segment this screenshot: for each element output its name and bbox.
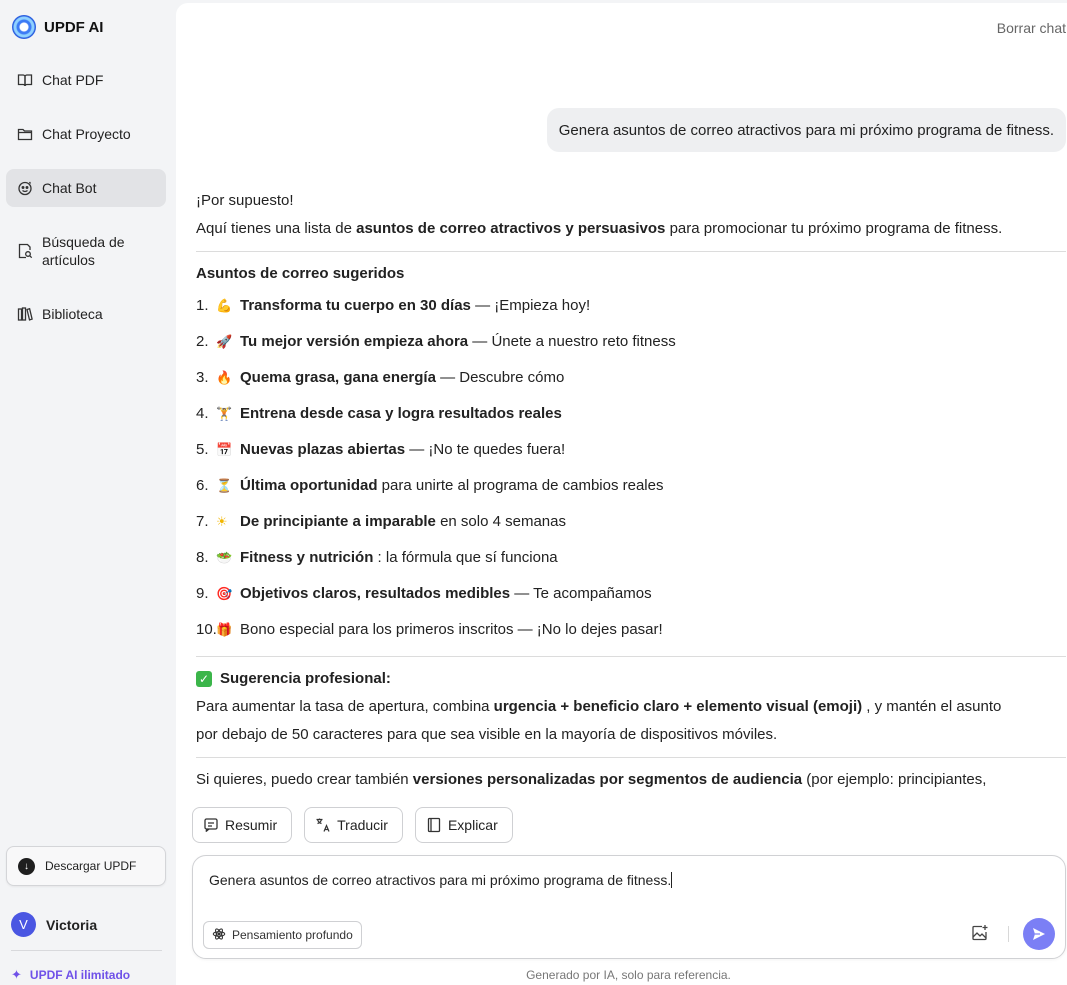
list-item: 2. 🚀 Tu mejor versión empieza ahora — Únet… — [196, 324, 1066, 360]
quick-action-label: Explicar — [447, 817, 498, 833]
quick-action-label: Traducir — [337, 817, 388, 833]
salad-icon: 🥗 — [216, 550, 233, 565]
answer-greeting: ¡Por supuesto! — [196, 192, 294, 209]
ai-disclaimer: Generado por IA, solo para referencia. — [526, 968, 731, 982]
gift-icon: 🎁 — [216, 622, 233, 637]
rocket-icon: 🚀 — [216, 334, 233, 349]
explain-button[interactable]: Explicar — [414, 807, 513, 843]
sidebar-item-chat-bot[interactable]: Chat Bot — [6, 169, 166, 207]
sidebar-item-chat-proyecto[interactable]: Chat Proyecto — [6, 115, 166, 153]
download-label: Descargar UPDF — [45, 859, 137, 873]
flexed-biceps-icon: 💪 — [216, 298, 233, 313]
send-icon — [1033, 928, 1045, 940]
search-document-icon — [16, 242, 34, 260]
target-icon: 🎯 — [216, 586, 233, 601]
tip-text: Para aumentar la tasa de apertura, combi… — [196, 698, 1002, 715]
image-upload-button[interactable] — [969, 922, 991, 944]
list-item: 10. 🎁 Bono especial para los primeros insc… — [196, 612, 1066, 648]
sidebar-item-label: Chat Proyecto — [42, 126, 131, 142]
sidebar-nav: Chat PDF Chat Proyecto Chat Bot Búsqueda… — [6, 61, 166, 349]
list-item: 7. ☀ De principiante a imparable en solo 4… — [196, 504, 1066, 540]
upgrade-label: UPDF AI ilimitado — [29, 968, 131, 982]
list-item: 4. 🏋 Entrena desde casa y logra resultados… — [196, 396, 1066, 432]
list-item: 1. 💪 Transforma tu cuerpo en 30 días — ¡Em… — [196, 288, 1066, 324]
explain-book-icon — [426, 817, 442, 833]
avatar: V — [11, 912, 36, 937]
section-title: Asuntos de correo sugeridos — [196, 265, 405, 282]
library-icon — [16, 305, 34, 323]
book-open-icon — [16, 71, 34, 89]
list-item: 3. 🔥 Quema grasa, gana energía — Descubre … — [196, 360, 1066, 396]
quick-action-label: Resumir — [225, 817, 278, 833]
user-profile[interactable]: V Victoria — [11, 912, 97, 937]
deep-thinking-toggle[interactable]: Pensamiento profundo — [203, 921, 362, 949]
message-composer[interactable]: Genera asuntos de correo atractivos para… — [192, 855, 1066, 959]
list-item: 9. 🎯 Objetivos claros, resultados medibles… — [196, 576, 1066, 612]
download-icon: ↓ — [18, 857, 35, 875]
tip-title: Sugerencia profesional: — [220, 670, 391, 687]
toolbar-separator — [1008, 926, 1009, 942]
tip-heading: ✓ Sugerencia profesional: — [196, 665, 1066, 693]
user-name: Victoria — [46, 916, 98, 933]
translate-icon — [315, 817, 331, 833]
fire-icon: 🔥 — [216, 370, 233, 385]
calendar-icon: 📅 — [216, 442, 233, 457]
updf-logo-icon — [12, 15, 36, 39]
list-item: 5. 📅 Nuevas plazas abiertas — ¡No te quede… — [196, 432, 1066, 468]
sparkle-icon: ✦ — [11, 967, 22, 982]
sun-icon: ☀ — [216, 514, 228, 529]
send-button[interactable] — [1023, 918, 1055, 950]
chat-panel: Borrar chat Genera asuntos de correo atr… — [176, 3, 1067, 985]
summarize-button[interactable]: Resumir — [192, 807, 293, 843]
sidebar-item-chat-pdf[interactable]: Chat PDF — [6, 61, 166, 99]
sidebar: UPDF AI Chat PDF Chat Proyecto Chat Bot … — [0, 0, 176, 985]
sidebar-item-biblioteca[interactable]: Biblioteca — [6, 295, 166, 333]
weightlifter-icon: 🏋 — [216, 406, 233, 421]
quick-actions: Resumir Traducir Explicar — [192, 807, 513, 843]
divider — [196, 656, 1066, 657]
hourglass-icon: ⏳ — [216, 478, 233, 493]
folder-icon — [16, 125, 34, 143]
message-input[interactable]: Genera asuntos de correo atractivos para… — [209, 872, 673, 888]
translate-button[interactable]: Traducir — [304, 807, 403, 843]
assistant-answer: ¡Por supuesto! Aquí tienes una lista de … — [196, 187, 1066, 794]
check-mark-icon: ✓ — [196, 671, 212, 687]
sidebar-item-label: Chat PDF — [42, 72, 104, 88]
list-item: 8. 🥗 Fitness y nutrición : la fórmula que … — [196, 540, 1066, 576]
divider — [196, 757, 1066, 758]
sidebar-item-label: Chat Bot — [42, 180, 97, 196]
clear-chat-button[interactable]: Borrar chat — [997, 20, 1066, 36]
download-updf-button[interactable]: ↓ Descargar UPDF — [6, 846, 166, 886]
summarize-icon — [203, 817, 219, 833]
image-add-icon — [972, 925, 988, 941]
sidebar-divider — [11, 950, 162, 951]
sidebar-item-label: Biblioteca — [42, 306, 103, 322]
sidebar-item-busqueda[interactable]: Búsqueda de artículos — [6, 223, 166, 279]
tip-text-2: por debajo de 50 caracteres para que sea… — [196, 726, 778, 743]
bot-icon — [16, 179, 34, 197]
deep-think-label: Pensamiento profundo — [232, 928, 353, 942]
list-item: 6. ⏳ Última oportunidad para unirte al pro… — [196, 468, 1066, 504]
atom-icon — [212, 927, 226, 944]
subject-list: 1. 💪 Transforma tu cuerpo en 30 días — ¡Em… — [196, 288, 1066, 648]
sidebar-item-label: Búsqueda de artículos — [42, 234, 125, 268]
answer-intro: Aquí tienes una lista de asuntos de corr… — [196, 220, 1003, 237]
user-message-bubble: Genera asuntos de correo atractivos para… — [546, 108, 1066, 152]
upgrade-link[interactable]: ✦ UPDF AI ilimitado — [11, 967, 130, 983]
brand[interactable]: UPDF AI — [12, 15, 103, 39]
closing-text: Si quieres, puedo crear también versione… — [196, 771, 987, 788]
divider — [196, 251, 1066, 252]
brand-name: UPDF AI — [44, 18, 104, 36]
